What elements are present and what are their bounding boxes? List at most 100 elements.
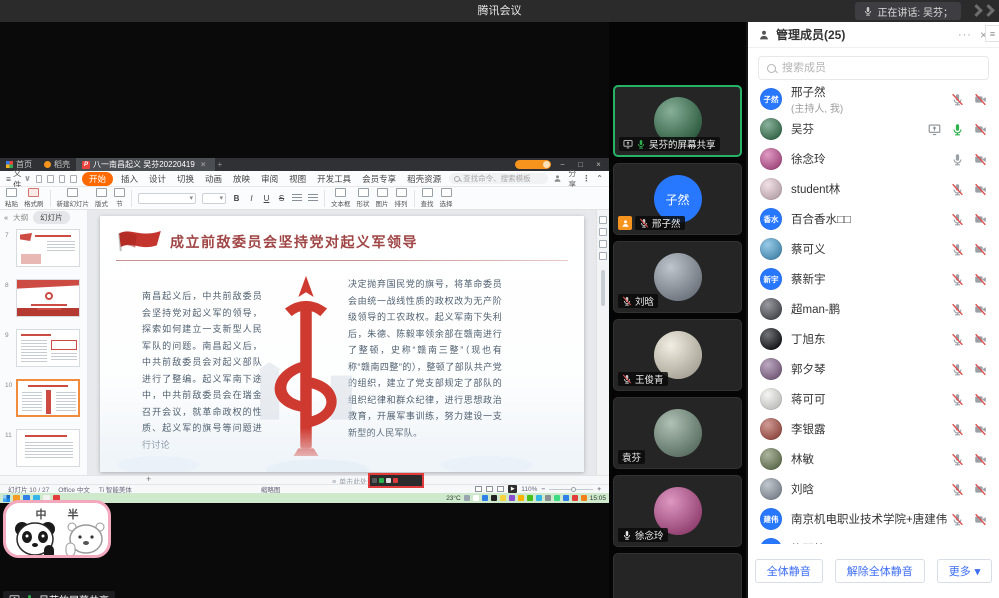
tab-document[interactable]: P八一南昌起义 吴芬20220419× [76,158,215,171]
scrollbar[interactable] [601,270,605,306]
read-view-icon[interactable] [497,486,504,492]
add-slide-button[interactable]: + [146,474,151,484]
menu-docer-res[interactable]: 稻壳资源 [404,173,444,185]
slide-thumbnail-7[interactable] [16,229,80,267]
camera-off-icon[interactable] [974,453,987,466]
mic-off-icon[interactable] [951,243,964,256]
more-menu-icon[interactable]: ⋮ [582,174,590,183]
member-row[interactable]: 超man-鹏 [748,294,999,324]
camera-off-icon[interactable] [974,93,987,106]
video-tile[interactable]: 袁芬 [613,397,742,469]
slide-thumbnail-9[interactable] [16,329,80,367]
tray-icon[interactable] [464,495,470,501]
animation-pane-icon[interactable] [599,240,607,248]
member-row[interactable]: student林 [748,174,999,204]
camera-off-icon[interactable] [974,303,987,316]
undo-icon[interactable] [59,175,66,183]
new-tab-button[interactable]: + [215,160,226,169]
align-left-icon[interactable] [292,194,302,202]
mic-off-icon[interactable] [951,273,964,286]
font-size-select[interactable]: ▾ [202,193,226,204]
camera-off-icon[interactable] [974,363,987,376]
format-painter-button[interactable]: 格式刷 [24,188,44,208]
section-button[interactable]: 节 [114,188,125,208]
find-button[interactable]: 查找 [421,188,434,208]
video-tile[interactable]: 刘晗 [613,241,742,313]
camera-off-icon[interactable] [974,423,987,436]
camera-off-icon[interactable] [974,213,987,226]
comments-icon[interactable] [599,252,607,260]
tray-icon[interactable] [545,495,551,501]
print-icon[interactable] [47,175,54,183]
redo-icon[interactable] [70,175,77,183]
camera-off-icon[interactable] [974,153,987,166]
member-row[interactable]: 李银露 [748,414,999,444]
member-row[interactable]: 蔡可义 [748,234,999,264]
menu-transition[interactable]: 切换 [174,173,197,185]
menu-animation[interactable]: 动画 [202,173,225,185]
camera-off-icon[interactable] [974,483,987,496]
mic-off-icon[interactable] [951,183,964,196]
tray-icon[interactable] [581,495,587,501]
font-name-select[interactable]: ▾ [138,193,196,204]
close-tab-icon[interactable]: × [198,160,209,169]
more-button[interactable]: 更多▾ [937,559,993,583]
mic-off-icon[interactable] [951,93,964,106]
slideshow-play-button[interactable]: ▶ [508,485,517,493]
arrange-button[interactable]: 排列 [395,188,408,208]
menu-review[interactable]: 审阅 [258,173,281,185]
strikethrough-button[interactable]: S [277,194,286,203]
command-search-box[interactable]: 查找命令、搜索模板 [449,173,548,184]
clock[interactable]: 15:05 [590,495,606,502]
member-row[interactable]: 徐念玲 [748,144,999,174]
mic-off-icon[interactable] [951,363,964,376]
panel-collapse-handle[interactable]: ≡ [985,25,999,42]
camera-off-icon[interactable] [974,513,987,526]
mic-off-icon[interactable] [951,333,964,346]
zoom-slider[interactable] [549,489,593,490]
layout-button[interactable]: 版式 [95,188,108,208]
current-slide[interactable]: 成立前敌委员会坚持党对起义军领导 南昌起义后，中共前敌委员会坚持党对起义军的领导… [100,216,584,472]
member-row[interactable]: 新宇 蔡新宇 [748,264,999,294]
camera-off-icon[interactable] [974,243,987,256]
wps-account-badge[interactable] [515,160,551,169]
camera-off-icon[interactable] [974,333,987,346]
search-input[interactable] [782,62,980,74]
share-source-label[interactable]: 吴芬的屏幕共享 [3,591,115,598]
picture-button[interactable]: 图片 [376,188,389,208]
underline-button[interactable]: U [262,194,271,203]
slide-thumbnail-10-selected[interactable] [16,379,80,417]
mic-idle-icon[interactable] [951,153,964,166]
member-search-box[interactable] [758,56,989,80]
menu-devtools[interactable]: 开发工具 [314,173,354,185]
design-icon[interactable] [599,228,607,236]
paste-button[interactable]: 粘贴 [5,188,18,208]
sorter-view-icon[interactable] [486,486,493,492]
bold-button[interactable]: B [232,194,241,203]
shapes-button[interactable]: 形状 [357,188,370,208]
align-center-icon[interactable] [308,194,318,202]
member-row[interactable]: 郭夕琴 [748,354,999,384]
tab-docer[interactable]: 稻壳 [38,158,76,171]
tray-icon[interactable] [527,495,533,501]
menu-insert[interactable]: 插入 [118,173,141,185]
video-tile-share[interactable]: 吴芬的屏幕共享 [613,85,742,157]
italic-button[interactable]: I [247,194,256,203]
video-tile[interactable]: 王俊青 [613,319,742,391]
menu-member[interactable]: 会员专享 [359,173,399,185]
tray-icon[interactable] [536,495,542,501]
tab-slides[interactable]: 幻灯片 [33,211,70,224]
tray-icon[interactable] [554,495,560,501]
camera-off-icon[interactable] [974,393,987,406]
menu-slideshow[interactable]: 放映 [230,173,253,185]
mute-all-button[interactable]: 全体静音 [755,559,823,583]
member-row[interactable]: 丁旭东 [748,324,999,354]
collaborate-icon[interactable] [553,174,562,183]
member-row[interactable]: 香水 百合香水□□ [748,204,999,234]
camera-off-icon[interactable] [974,273,987,286]
tray-icon[interactable] [500,495,506,501]
tray-icon[interactable] [509,495,515,501]
member-row[interactable]: 林敏 [748,444,999,474]
member-row[interactable]: 蒋可可 [748,384,999,414]
member-row[interactable]: 吴芬 [748,114,999,144]
